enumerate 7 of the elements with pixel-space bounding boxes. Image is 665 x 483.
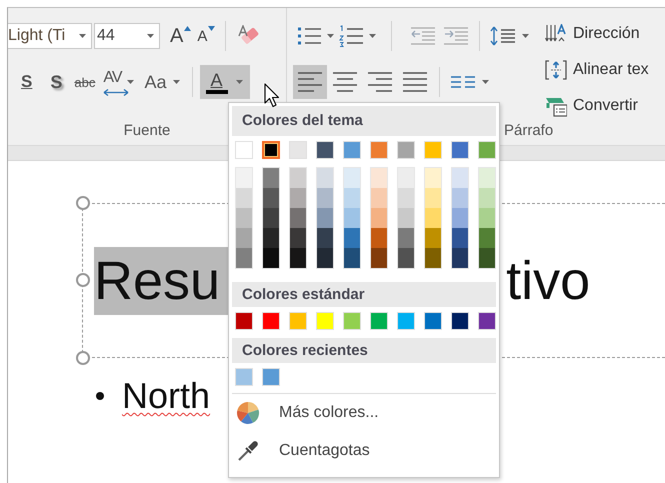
section-header: Colores estándar xyxy=(232,282,496,307)
title-text: tivo xyxy=(506,250,590,312)
section-header: Colores del tema xyxy=(232,106,496,136)
group-label: Fuente xyxy=(122,122,172,139)
bullet-text: North xyxy=(122,375,210,417)
group-label: Párrafo xyxy=(504,122,554,139)
section-header: Colores recientes xyxy=(232,338,496,363)
